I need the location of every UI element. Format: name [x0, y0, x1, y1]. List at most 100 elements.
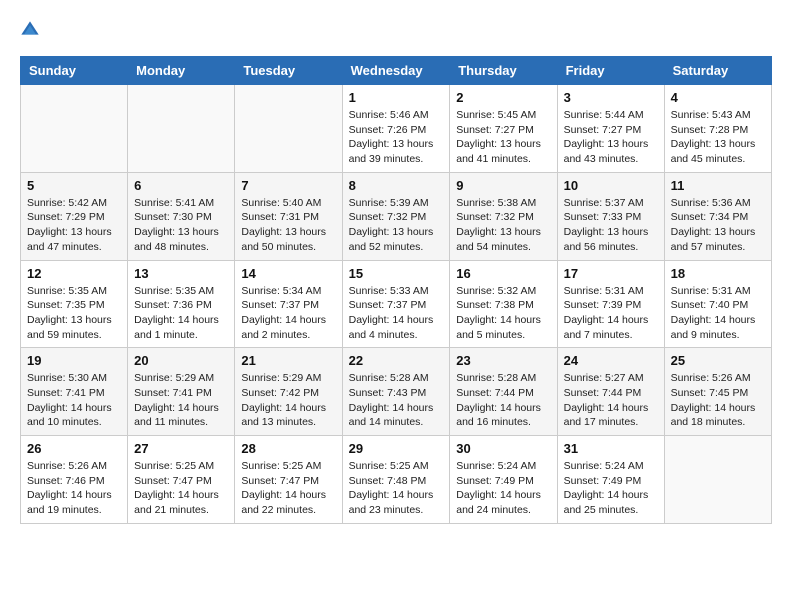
calendar-table: SundayMondayTuesdayWednesdayThursdayFrid…	[20, 56, 772, 524]
calendar-cell	[21, 85, 128, 173]
calendar-week-row: 19 Sunrise: 5:30 AMSunset: 7:41 PMDayligh…	[21, 348, 772, 436]
day-info: Sunrise: 5:27 AMSunset: 7:44 PMDaylight:…	[564, 371, 658, 430]
calendar-cell: 25 Sunrise: 5:26 AMSunset: 7:45 PMDayligh…	[664, 348, 771, 436]
calendar-cell: 1 Sunrise: 5:46 AMSunset: 7:26 PMDaylight…	[342, 85, 450, 173]
day-number: 7	[241, 178, 335, 193]
day-info: Sunrise: 5:35 AMSunset: 7:35 PMDaylight:…	[27, 284, 121, 343]
day-info: Sunrise: 5:33 AMSunset: 7:37 PMDaylight:…	[349, 284, 444, 343]
calendar-cell: 18 Sunrise: 5:31 AMSunset: 7:40 PMDayligh…	[664, 260, 771, 348]
logo	[20, 20, 44, 40]
day-number: 4	[671, 90, 765, 105]
day-info: Sunrise: 5:39 AMSunset: 7:32 PMDaylight:…	[349, 196, 444, 255]
day-number: 12	[27, 266, 121, 281]
day-info: Sunrise: 5:25 AMSunset: 7:47 PMDaylight:…	[241, 459, 335, 518]
day-number: 23	[456, 353, 550, 368]
calendar-cell: 17 Sunrise: 5:31 AMSunset: 7:39 PMDayligh…	[557, 260, 664, 348]
day-info: Sunrise: 5:31 AMSunset: 7:39 PMDaylight:…	[564, 284, 658, 343]
day-number: 19	[27, 353, 121, 368]
day-info: Sunrise: 5:26 AMSunset: 7:45 PMDaylight:…	[671, 371, 765, 430]
weekday-header: Thursday	[450, 57, 557, 85]
day-info: Sunrise: 5:45 AMSunset: 7:27 PMDaylight:…	[456, 108, 550, 167]
day-info: Sunrise: 5:28 AMSunset: 7:43 PMDaylight:…	[349, 371, 444, 430]
day-info: Sunrise: 5:28 AMSunset: 7:44 PMDaylight:…	[456, 371, 550, 430]
calendar-cell: 7Sunrise: 5:40 AMSunset: 7:31 PMDaylight…	[235, 172, 342, 260]
day-number: 3	[564, 90, 658, 105]
day-info: Sunrise: 5:35 AMSunset: 7:36 PMDaylight:…	[134, 284, 228, 343]
day-info: Sunrise: 5:41 AMSunset: 7:30 PMDaylight:…	[134, 196, 228, 255]
weekday-header: Monday	[128, 57, 235, 85]
day-number: 18	[671, 266, 765, 281]
calendar-cell: 8 Sunrise: 5:39 AMSunset: 7:32 PMDaylight…	[342, 172, 450, 260]
weekday-header: Wednesday	[342, 57, 450, 85]
day-number: 27	[134, 441, 228, 456]
calendar-cell: 26 Sunrise: 5:26 AMSunset: 7:46 PMDayligh…	[21, 436, 128, 524]
calendar-cell	[128, 85, 235, 173]
day-info: Sunrise: 5:38 AMSunset: 7:32 PMDaylight:…	[456, 196, 550, 255]
day-info: Sunrise: 5:37 AMSunset: 7:33 PMDaylight:…	[564, 196, 658, 255]
day-number: 15	[349, 266, 444, 281]
day-info: Sunrise: 5:29 AMSunset: 7:42 PMDaylight:…	[241, 371, 335, 430]
day-number: 21	[241, 353, 335, 368]
day-number: 30	[456, 441, 550, 456]
weekday-header: Tuesday	[235, 57, 342, 85]
calendar-header-row: SundayMondayTuesdayWednesdayThursdayFrid…	[21, 57, 772, 85]
calendar-cell: 27Sunrise: 5:25 AMSunset: 7:47 PMDayligh…	[128, 436, 235, 524]
weekday-header: Friday	[557, 57, 664, 85]
day-info: Sunrise: 5:46 AMSunset: 7:26 PMDaylight:…	[349, 108, 444, 167]
weekday-header: Saturday	[664, 57, 771, 85]
calendar-cell: 22 Sunrise: 5:28 AMSunset: 7:43 PMDayligh…	[342, 348, 450, 436]
day-number: 31	[564, 441, 658, 456]
calendar-cell: 10 Sunrise: 5:37 AMSunset: 7:33 PMDayligh…	[557, 172, 664, 260]
day-number: 10	[564, 178, 658, 193]
day-number: 20	[134, 353, 228, 368]
day-info: Sunrise: 5:42 AMSunset: 7:29 PMDaylight:…	[27, 196, 121, 255]
calendar-week-row: 1 Sunrise: 5:46 AMSunset: 7:26 PMDaylight…	[21, 85, 772, 173]
day-number: 2	[456, 90, 550, 105]
day-info: Sunrise: 5:30 AMSunset: 7:41 PMDaylight:…	[27, 371, 121, 430]
day-number: 16	[456, 266, 550, 281]
day-number: 22	[349, 353, 444, 368]
calendar-cell: 15 Sunrise: 5:33 AMSunset: 7:37 PMDayligh…	[342, 260, 450, 348]
day-info: Sunrise: 5:29 AMSunset: 7:41 PMDaylight:…	[134, 371, 228, 430]
day-number: 13	[134, 266, 228, 281]
calendar-cell: 14Sunrise: 5:34 AMSunset: 7:37 PMDayligh…	[235, 260, 342, 348]
day-info: Sunrise: 5:44 AMSunset: 7:27 PMDaylight:…	[564, 108, 658, 167]
day-number: 11	[671, 178, 765, 193]
calendar-week-row: 26 Sunrise: 5:26 AMSunset: 7:46 PMDayligh…	[21, 436, 772, 524]
day-info: Sunrise: 5:31 AMSunset: 7:40 PMDaylight:…	[671, 284, 765, 343]
day-number: 8	[349, 178, 444, 193]
calendar-cell: 12 Sunrise: 5:35 AMSunset: 7:35 PMDayligh…	[21, 260, 128, 348]
calendar-cell: 30 Sunrise: 5:24 AMSunset: 7:49 PMDayligh…	[450, 436, 557, 524]
day-number: 26	[27, 441, 121, 456]
calendar-cell: 3 Sunrise: 5:44 AMSunset: 7:27 PMDaylight…	[557, 85, 664, 173]
calendar-cell	[235, 85, 342, 173]
calendar-cell: 2 Sunrise: 5:45 AMSunset: 7:27 PMDaylight…	[450, 85, 557, 173]
day-number: 24	[564, 353, 658, 368]
calendar-cell: 31 Sunrise: 5:24 AMSunset: 7:49 PMDayligh…	[557, 436, 664, 524]
calendar-cell: 21 Sunrise: 5:29 AMSunset: 7:42 PMDayligh…	[235, 348, 342, 436]
day-number: 17	[564, 266, 658, 281]
calendar-cell: 11 Sunrise: 5:36 AMSunset: 7:34 PMDayligh…	[664, 172, 771, 260]
weekday-header: Sunday	[21, 57, 128, 85]
calendar-cell: 23 Sunrise: 5:28 AMSunset: 7:44 PMDayligh…	[450, 348, 557, 436]
day-info: Sunrise: 5:24 AMSunset: 7:49 PMDaylight:…	[456, 459, 550, 518]
day-info: Sunrise: 5:32 AMSunset: 7:38 PMDaylight:…	[456, 284, 550, 343]
logo-icon	[20, 20, 40, 40]
calendar-cell: 13 Sunrise: 5:35 AMSunset: 7:36 PMDayligh…	[128, 260, 235, 348]
calendar-cell: 24 Sunrise: 5:27 AMSunset: 7:44 PMDayligh…	[557, 348, 664, 436]
day-info: Sunrise: 5:34 AMSunset: 7:37 PMDaylight:…	[241, 284, 335, 343]
day-number: 1	[349, 90, 444, 105]
calendar-cell: 5 Sunrise: 5:42 AMSunset: 7:29 PMDaylight…	[21, 172, 128, 260]
day-number: 28	[241, 441, 335, 456]
calendar-cell: 6Sunrise: 5:41 AMSunset: 7:30 PMDaylight…	[128, 172, 235, 260]
calendar-week-row: 5 Sunrise: 5:42 AMSunset: 7:29 PMDaylight…	[21, 172, 772, 260]
calendar-cell	[664, 436, 771, 524]
day-info: Sunrise: 5:26 AMSunset: 7:46 PMDaylight:…	[27, 459, 121, 518]
day-number: 29	[349, 441, 444, 456]
day-number: 5	[27, 178, 121, 193]
day-number: 9	[456, 178, 550, 193]
day-info: Sunrise: 5:24 AMSunset: 7:49 PMDaylight:…	[564, 459, 658, 518]
day-info: Sunrise: 5:36 AMSunset: 7:34 PMDaylight:…	[671, 196, 765, 255]
calendar-week-row: 12 Sunrise: 5:35 AMSunset: 7:35 PMDayligh…	[21, 260, 772, 348]
day-number: 25	[671, 353, 765, 368]
